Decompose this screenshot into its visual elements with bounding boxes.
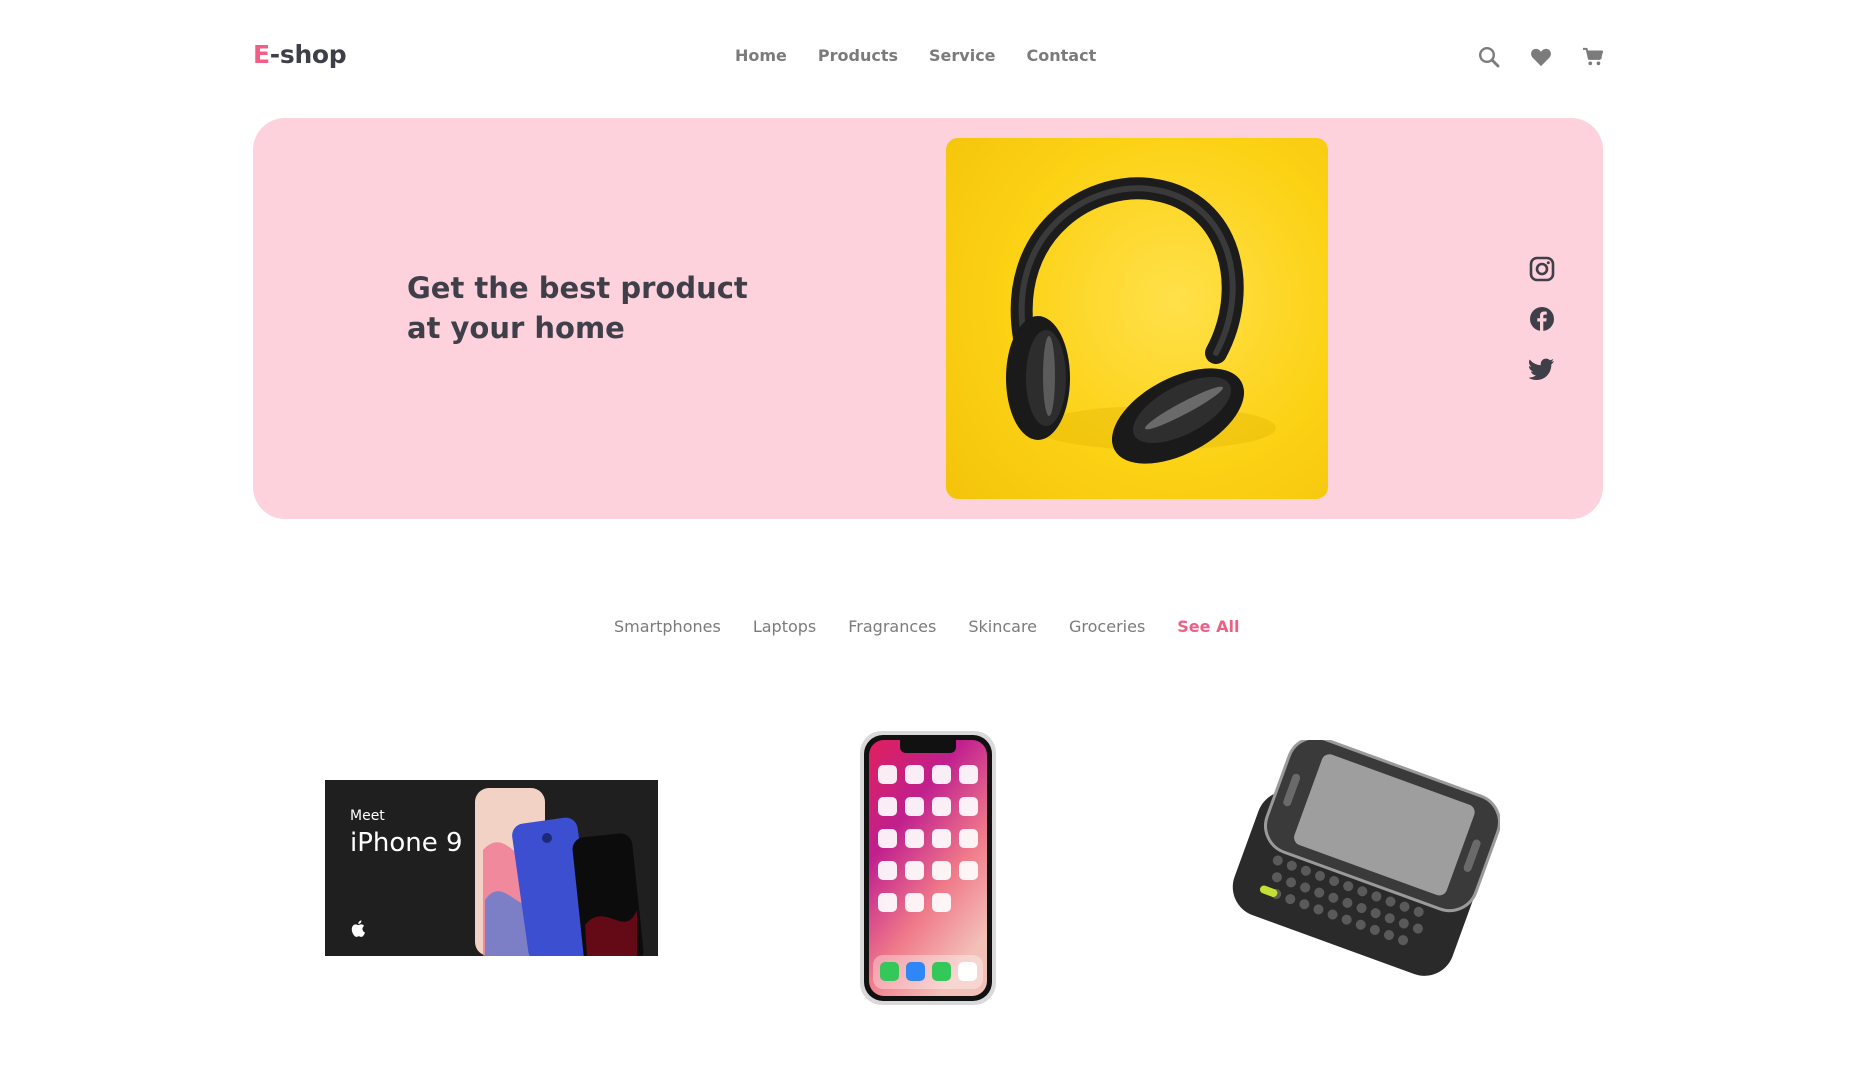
facebook-icon[interactable] [1527,304,1557,334]
twitter-icon[interactable] [1527,354,1557,384]
search-icon[interactable] [1476,44,1502,70]
category-groceries[interactable]: Groceries [1069,617,1145,636]
product-card-slider-phone[interactable] [1226,736,1501,992]
logo-text: -shop [269,40,347,69]
product-card-iphone9[interactable]: Meet iPhone 9 [325,780,658,956]
category-tabs: Smartphones Laptops Fragrances Skincare … [614,617,1239,636]
nav-products[interactable]: Products [818,46,898,65]
site-header: E-shop Home Products Service Contact [0,0,1863,118]
header-icons [1476,44,1606,70]
hero-title-line1: Get the best product [407,271,748,305]
nav-contact[interactable]: Contact [1027,46,1097,65]
nav-service[interactable]: Service [929,46,996,65]
headphones-image [946,138,1328,499]
category-skincare[interactable]: Skincare [968,617,1037,636]
slider-phone-image [1232,736,1501,976]
category-laptops[interactable]: Laptops [753,617,816,636]
iphonex-image [860,731,996,1005]
category-smartphones[interactable]: Smartphones [614,617,721,636]
main-nav: Home Products Service Contact [735,46,1096,65]
hero-title: Get the best product at your home [407,268,787,348]
instagram-icon[interactable] [1527,254,1557,284]
banner-product-name: iPhone 9 [350,828,463,858]
banner-meet-text: Meet [350,808,385,824]
cart-icon[interactable] [1580,44,1606,70]
social-links [1527,254,1557,384]
logo-accent: E [253,40,270,69]
category-fragrances[interactable]: Fragrances [848,617,936,636]
apple-logo-icon [351,920,365,937]
iphone9-illustration [325,780,658,956]
heart-icon[interactable] [1528,44,1554,70]
product-card-iphonex[interactable] [858,729,998,1007]
nav-home[interactable]: Home [735,46,787,65]
see-all-link[interactable]: See All [1177,617,1239,636]
hero-title-line2: at your home [407,311,625,345]
hero-banner: Get the best product at your home [253,118,1603,519]
logo[interactable]: E-shop [253,40,347,69]
